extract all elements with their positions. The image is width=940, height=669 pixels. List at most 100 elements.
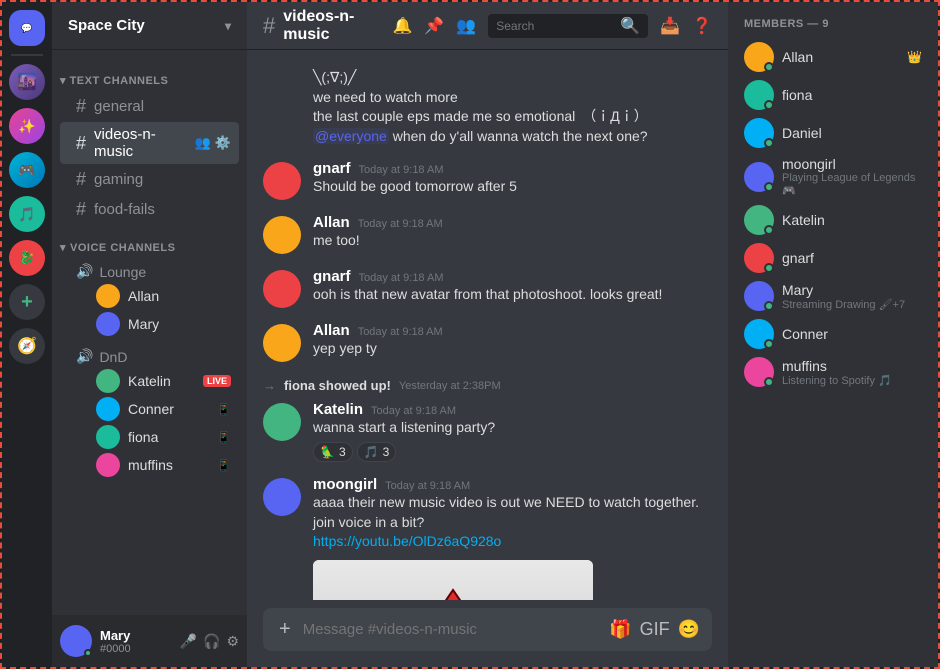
voice-member-avatar	[96, 425, 120, 449]
message-author: gnarf	[313, 160, 351, 177]
member-info: moongirl Playing League of Legends 🎮	[782, 156, 922, 197]
channel-item-videos-n-music[interactable]: # videos-n-music 👥 ⚙️	[60, 122, 239, 164]
gif-icon[interactable]: GIF	[640, 619, 670, 640]
microphone-icon[interactable]: 🎤	[180, 633, 197, 650]
table-row: gnarf Today at 9:18 AM ooh is that new a…	[263, 266, 712, 310]
message-content: gnarf Today at 9:18 AM ooh is that new a…	[313, 268, 712, 308]
member-item-katelin[interactable]: Katelin	[736, 201, 930, 239]
member-item-fiona[interactable]: fiona	[736, 76, 930, 114]
local-user-info: Mary #0000	[100, 628, 172, 655]
settings-icon[interactable]: ⚙	[226, 633, 239, 650]
member-avatar	[744, 42, 774, 72]
members-icon[interactable]: 👥	[456, 16, 476, 36]
member-name: muffins	[782, 358, 827, 374]
voice-member-avatar	[96, 453, 120, 477]
voice-channels-category[interactable]: ▾ VOICE CHANNELS	[52, 225, 247, 258]
chat-input-area: + 🎁 GIF 😊	[247, 600, 728, 667]
pin-icon[interactable]: 📌	[424, 16, 444, 36]
system-message-text: fiona showed up!	[284, 378, 391, 393]
message-time: Today at 9:18 AM	[359, 272, 444, 284]
settings-icon[interactable]: 👥	[195, 135, 211, 151]
message-text: Should be good tomorrow after 5	[313, 177, 712, 197]
headphone-icon[interactable]: 🎧	[203, 633, 220, 650]
status-dot-online	[84, 649, 92, 657]
add-server-button[interactable]: +	[9, 284, 45, 320]
reaction-2[interactable]: 🎵3	[357, 442, 397, 462]
local-user-avatar	[60, 625, 92, 657]
server-icon-3[interactable]: 🎮	[9, 152, 45, 188]
member-info: fiona	[782, 87, 922, 103]
search-bar[interactable]: 🔍	[488, 14, 648, 38]
members-panel-header: MEMBERS — 9	[736, 18, 930, 30]
user-panel-icons: 🎤 🎧 ⚙	[180, 633, 239, 650]
member-avatar	[744, 319, 774, 349]
add-file-button[interactable]: +	[275, 608, 295, 651]
member-name: Conner	[782, 326, 828, 342]
channel-item-general[interactable]: # general	[60, 92, 239, 121]
message-time: Today at 9:18 AM	[385, 480, 470, 492]
message-text: ooh is that new avatar from that photosh…	[313, 285, 712, 305]
server-divider	[11, 54, 43, 56]
inbox-icon[interactable]: 📥	[660, 16, 680, 36]
member-item-gnarf[interactable]: gnarf	[736, 239, 930, 277]
server-icon-4[interactable]: 🎵	[9, 196, 45, 232]
sidebar: Space City ▾ ▾ TEXT CHANNELS # general #…	[52, 2, 247, 667]
gift-icon[interactable]: 🎁	[609, 619, 631, 640]
voice-channel-lounge[interactable]: 🔊 Lounge Allan Mary	[60, 259, 239, 340]
chevron-down-icon: ▾	[225, 19, 231, 33]
server-icon-1[interactable]: 🌆	[9, 64, 45, 100]
member-info: Mary Streaming Drawing 🖌+7	[782, 282, 922, 311]
voice-icons: 📱	[217, 459, 231, 472]
voice-channel-dnd[interactable]: 🔊 DnD Katelin LIVE Conner 📱 fiona 📱	[60, 344, 239, 481]
reaction-1[interactable]: 🦜3	[313, 442, 353, 462]
status-online-dot	[764, 263, 774, 273]
member-info: Daniel	[782, 125, 922, 141]
server-list: 💬 🌆 ✨ 🎮 🎵 🐉 + 🧭	[2, 2, 52, 667]
server-name: Space City	[68, 17, 145, 34]
member-name: Katelin	[782, 212, 825, 228]
hash-icon: #	[76, 199, 86, 220]
video-link[interactable]: https://youtu.be/OlDz6aQ928o	[313, 533, 501, 549]
member-status-text: Playing League of Legends 🎮	[782, 172, 922, 197]
member-item-daniel[interactable]: Daniel	[736, 114, 930, 152]
member-name: Allan	[782, 49, 903, 65]
server-icon-2[interactable]: ✨	[9, 108, 45, 144]
message-avatar	[263, 478, 301, 516]
server-icon-5[interactable]: 🐉	[9, 240, 45, 276]
server-name-header[interactable]: Space City ▾	[52, 2, 247, 50]
table-row: Allan Today at 9:18 AM me too!	[263, 212, 712, 256]
video-embed[interactable]: BEAK	[313, 560, 593, 600]
message-text: aaaa their new music video is out we NEE…	[313, 493, 712, 532]
member-item-mary[interactable]: Mary Streaming Drawing 🖌+7	[736, 277, 930, 315]
table-row: ╲(;∇;)╱ we need to watch more the last c…	[263, 66, 712, 148]
explore-button[interactable]: 🧭	[9, 328, 45, 364]
emoji-icon[interactable]: 😊	[678, 619, 700, 640]
member-item-moongirl[interactable]: moongirl Playing League of Legends 🎮	[736, 152, 930, 201]
message-time: Today at 9:18 AM	[358, 326, 443, 338]
member-item-conner[interactable]: Conner	[736, 315, 930, 353]
member-item-muffins[interactable]: muffins Listening to Spotify 🎵	[736, 353, 930, 391]
channel-action-icons: 👥 ⚙️	[195, 135, 231, 151]
voice-member-avatar	[96, 284, 120, 308]
message-avatar	[263, 270, 301, 308]
search-input[interactable]	[496, 19, 616, 33]
app-container: 💬 🌆 ✨ 🎮 🎵 🐉 + 🧭 Space City ▾ ▾ TEXT CHAN…	[0, 0, 940, 669]
status-online-dot	[764, 138, 774, 148]
text-channels-category[interactable]: ▾ TEXT CHANNELS	[52, 58, 247, 91]
message-header: gnarf Today at 9:18 AM	[313, 268, 712, 285]
help-icon[interactable]: ❓	[692, 16, 712, 36]
gear-icon[interactable]: ⚙️	[215, 135, 231, 151]
member-name: Mary	[782, 282, 813, 298]
member-avatar	[744, 243, 774, 273]
server-icon-main[interactable]: 💬	[9, 10, 45, 46]
chat-header-icons: 🔔 📌 👥 🔍 📥 ❓	[392, 14, 712, 38]
message-input[interactable]	[303, 611, 601, 648]
channel-item-gaming[interactable]: # gaming	[60, 165, 239, 194]
mention-everyone: @everyone	[313, 128, 389, 144]
notification-bell-icon[interactable]: 🔔	[392, 16, 412, 36]
member-info: Katelin	[782, 212, 922, 228]
member-item-allan[interactable]: Allan 👑	[736, 38, 930, 76]
message-text: me too!	[313, 231, 712, 251]
channel-item-food-fails[interactable]: # food-fails	[60, 195, 239, 224]
system-message-time: Yesterday at 2:38PM	[399, 380, 501, 392]
